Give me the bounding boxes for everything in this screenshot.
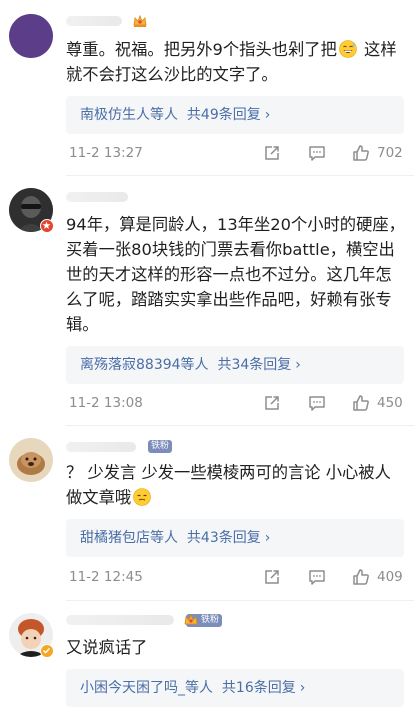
like-count: 409	[377, 569, 403, 585]
comment-icon[interactable]	[307, 567, 327, 587]
sweat-smile-emoji-icon	[133, 488, 151, 506]
crown-icon	[133, 14, 147, 27]
reply-preview[interactable]: 南极仿生人等人 共49条回复 ›	[66, 96, 404, 134]
verified-badge-icon	[40, 219, 54, 233]
comment-item: 铁粉 ？ 少发言 少发一些模棱两可的言论 小心被人做文章哦 甜橘猪包店等人 共4…	[0, 426, 414, 601]
comment-item: 尊重。祝福。把另外9个指头也剁了把 这样就不会打这么沙比的文字了。 南极仿生人等…	[0, 0, 414, 176]
verified-badge-icon	[40, 644, 54, 658]
comment-feed: 尊重。祝福。把另外9个指头也剁了把 这样就不会打这么沙比的文字了。 南极仿生人等…	[0, 0, 414, 709]
reply-preview[interactable]: 甜橘猪包店等人 共43条回复 ›	[66, 519, 404, 557]
reply-count[interactable]: 共34条回复	[217, 357, 291, 373]
like-icon[interactable]	[351, 393, 371, 413]
comment-icon[interactable]	[307, 143, 327, 163]
username[interactable]: 铁粉	[66, 611, 226, 629]
comment-meta: 11-2 12:45 409	[66, 567, 404, 589]
share-icon[interactable]	[262, 143, 282, 163]
comment-icon[interactable]	[307, 393, 327, 413]
comment-meta: 11-2 13:27 702	[66, 143, 404, 165]
reply-suffix: 等人	[150, 107, 178, 123]
share-icon[interactable]	[262, 567, 282, 587]
chevron-right-icon: ›	[264, 107, 271, 123]
timestamp: 11-2 12:45	[69, 569, 143, 585]
comment-text: 又说疯话了	[66, 638, 148, 657]
reply-count[interactable]: 共49条回复	[187, 107, 261, 123]
comment-text: 尊重。祝福。把另外9个指头也剁了把 这样就不会打这么沙比的文字了。	[66, 40, 397, 84]
username[interactable]	[66, 12, 166, 30]
reply-user-link[interactable]: 小困今天困了吗_	[80, 680, 185, 696]
comment-item: 铁粉 又说疯话了 小困今天困了吗_等人 共16条回复 ›	[0, 601, 414, 709]
username[interactable]	[66, 188, 146, 206]
avatar[interactable]	[9, 438, 53, 482]
avatar[interactable]	[9, 14, 53, 58]
reply-user-link[interactable]: 甜橘猪包店	[80, 530, 150, 546]
fan-badge: 铁粉	[148, 440, 173, 453]
timestamp: 11-2 13:27	[69, 145, 143, 161]
reply-suffix: 等人	[185, 680, 213, 696]
grinning-sweat-emoji-icon	[339, 40, 357, 58]
like-icon[interactable]	[351, 143, 371, 163]
crown-icon	[184, 613, 198, 625]
like-count: 702	[377, 145, 403, 161]
reply-user-link[interactable]: 离殇落寂88394	[80, 357, 181, 373]
chevron-right-icon: ›	[295, 357, 301, 373]
comment-text: ？ 少发言 少发一些模棱两可的言论 小心被人做文章哦	[66, 463, 391, 507]
chevron-right-icon: ›	[299, 680, 306, 696]
like-icon[interactable]	[351, 567, 371, 587]
chevron-right-icon: ›	[264, 530, 271, 546]
reply-preview[interactable]: 离殇落寂88394等人 共34条回复 ›	[66, 346, 404, 384]
reply-count[interactable]: 共43条回复	[187, 530, 261, 546]
reply-suffix: 等人	[150, 530, 178, 546]
comment-meta: 11-2 13:08 450	[66, 393, 404, 415]
share-icon[interactable]	[262, 393, 282, 413]
comment-text: 94年，算是同龄人，13年坐20个小时的硬座，买着一张80块钱的门票去看你bat…	[66, 215, 405, 334]
reply-suffix: 等人	[180, 357, 209, 373]
fan-badge: 铁粉	[184, 613, 223, 627]
reply-preview[interactable]: 小困今天困了吗_等人 共16条回复 ›	[66, 669, 404, 707]
reply-count[interactable]: 共16条回复	[222, 680, 296, 696]
timestamp: 11-2 13:08	[69, 395, 143, 411]
reply-user-link[interactable]: 南极仿生人	[80, 107, 150, 123]
comment-item: 94年，算是同龄人，13年坐20个小时的硬座，买着一张80块钱的门票去看你bat…	[0, 176, 414, 426]
like-count: 450	[377, 395, 403, 411]
username[interactable]: 铁粉	[66, 438, 186, 456]
